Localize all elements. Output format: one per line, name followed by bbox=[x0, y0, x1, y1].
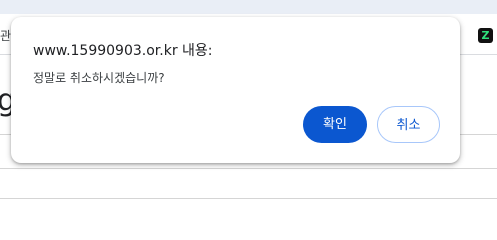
cancel-button[interactable]: 취소 bbox=[377, 106, 440, 143]
confirm-dialog: www.15990903.or.kr 내용: 정말로 취소하시겠습니까? 확인 … bbox=[11, 17, 460, 163]
dialog-title: www.15990903.or.kr 내용: bbox=[33, 43, 213, 59]
dialog-message: 정말로 취소하시겠습니까? bbox=[33, 71, 165, 85]
confirm-button[interactable]: 확인 bbox=[303, 106, 367, 143]
extension-icon[interactable]: Z bbox=[478, 28, 493, 43]
browser-tabstrip bbox=[0, 0, 497, 14]
divider bbox=[0, 168, 497, 169]
divider bbox=[0, 198, 497, 199]
